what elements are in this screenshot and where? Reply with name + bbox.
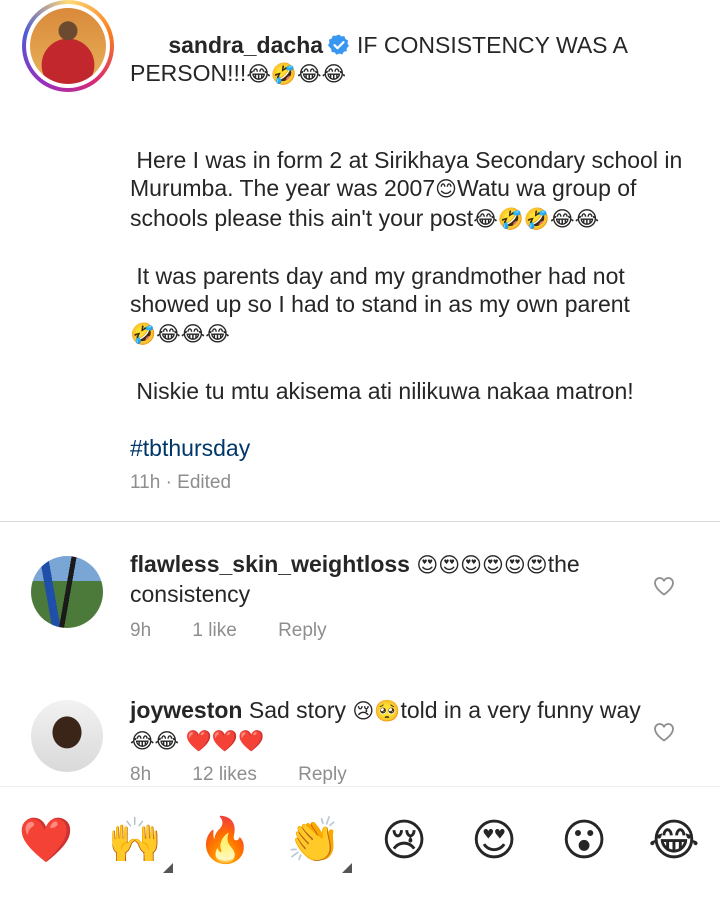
verified-badge-icon — [328, 34, 349, 55]
caption-text: sandra_dacha IF CONSISTENCY WAS A PERSON!… — [130, 2, 690, 462]
comment-time: 9h — [130, 620, 152, 641]
reaction-fire-button[interactable]: 🔥 — [195, 811, 255, 871]
raised-hands-emoji: 🙌 — [107, 815, 163, 866]
reaction-heart-eyes-button[interactable]: 😍 — [464, 811, 524, 871]
post-caption: sandra_dacha IF CONSISTENCY WAS A PERSON!… — [0, 0, 720, 518]
reply-button[interactable]: Reply — [278, 620, 327, 641]
commenter-username[interactable]: flawless_skin_weightloss — [130, 551, 410, 577]
post-time: 11h — [130, 472, 161, 493]
skin-tone-corner-icon — [342, 863, 352, 873]
reaction-crying-button[interactable]: 😢 — [374, 811, 434, 871]
post-meta: 11h · Edited — [130, 472, 231, 494]
skin-tone-corner-icon — [163, 863, 173, 873]
hashtag-link[interactable]: #tbthursday — [130, 435, 250, 461]
quick-reaction-bar: ❤️ 🙌 🔥 👏 😢 😍 😮 😂 — [0, 786, 720, 897]
commenter-avatar[interactable] — [31, 556, 103, 628]
laugh-emoji-group-1: 😂🤣🤣😂😂 — [473, 206, 600, 231]
comment-time: 8h — [130, 764, 152, 785]
author-avatar — [30, 8, 106, 84]
comment-meta: 9h 1 like Reply — [130, 620, 363, 642]
author-username[interactable]: sandra_dacha — [168, 32, 323, 58]
author-avatar-story-ring[interactable] — [22, 0, 114, 92]
smile-emoji: 😊 — [435, 177, 458, 201]
commenter-avatar[interactable] — [31, 700, 103, 772]
caption-paragraph-2: It was parents day and my grandmother ha… — [130, 262, 632, 318]
comment-body-b: told in a very funny way — [400, 697, 641, 723]
laugh-heart-emoji-group: 😂😂 ❤️❤️❤️ — [130, 728, 265, 753]
reaction-raised-hands-button[interactable]: 🙌 — [105, 811, 173, 873]
avatar-border — [26, 4, 110, 88]
headline-emoji: 😂🤣😂😂 — [246, 62, 347, 86]
comment-text: joyweston Sad story 😢🥺told in a very fun… — [130, 696, 650, 755]
divider — [0, 521, 720, 522]
commenter-username[interactable]: joyweston — [130, 697, 242, 723]
laugh-emoji-group-2: 🤣😂😂😂 — [130, 321, 230, 346]
comment-like-count[interactable]: 1 like — [192, 620, 236, 641]
caption-paragraph-3: Niskie tu mtu akisema ati nilikuwa nakaa… — [136, 377, 634, 404]
heart-eyes-emoji-group: 😍😍😍😍😍😍 — [416, 553, 548, 577]
comment-text: flawless_skin_weightloss 😍😍😍😍😍😍the consi… — [130, 550, 650, 608]
heart-outline-icon[interactable] — [652, 720, 676, 744]
heart-outline-icon[interactable] — [652, 574, 676, 598]
sad-emoji-group: 😢🥺 — [352, 699, 401, 723]
clapping-hands-emoji: 👏 — [286, 815, 342, 866]
edited-label: · Edited — [165, 472, 232, 493]
reply-button[interactable]: Reply — [298, 764, 347, 785]
reaction-clap-button[interactable]: 👏 — [284, 811, 352, 873]
reaction-heart-button[interactable]: ❤️ — [16, 811, 76, 871]
comment-meta: 8h 12 likes Reply — [130, 764, 383, 786]
comment-like-count[interactable]: 12 likes — [192, 764, 256, 785]
reaction-surprised-button[interactable]: 😮 — [554, 811, 614, 871]
comment-body-a: Sad story — [248, 697, 347, 723]
reaction-laughing-button[interactable]: 😂 — [644, 811, 704, 871]
